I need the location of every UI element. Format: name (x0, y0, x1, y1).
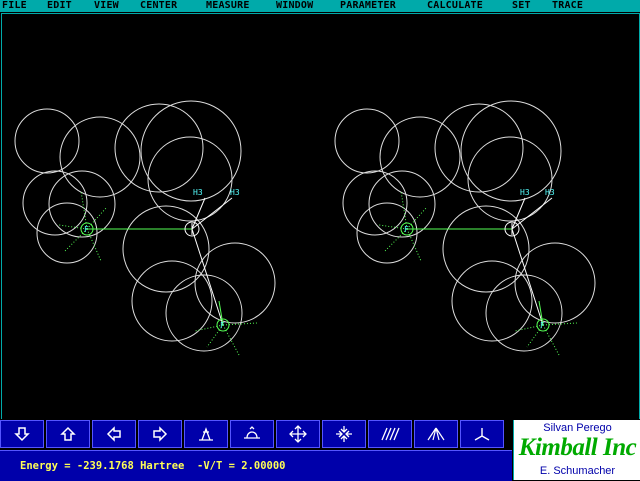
move-right-button[interactable] (138, 420, 182, 448)
h-label-right-2: H3 (545, 188, 555, 197)
expand-arrows-icon (289, 425, 307, 443)
molecule-viewport[interactable]: H3 H3 F F H3 H3 F F (1, 13, 640, 420)
h-label-left-2: H3 (230, 188, 240, 197)
f-label-left-2: F (220, 321, 225, 330)
move-down-button[interactable] (0, 420, 44, 448)
f-label-right-2: F (540, 321, 545, 330)
stereo-molecule-canvas: H3 H3 F F H3 H3 F F (14, 100, 596, 356)
menu-edit[interactable]: EDIT (47, 0, 72, 12)
f-label-left-1: F (84, 225, 89, 234)
menu-window[interactable]: WINDOW (276, 0, 313, 12)
bottom-panel: Energy = -239.1768 Hartree -V/T = 2.0000… (0, 419, 640, 481)
axes-icon (474, 428, 490, 441)
rotate-up-icon (199, 427, 213, 441)
perspective-button[interactable] (414, 420, 458, 448)
perspective-icon (427, 427, 445, 441)
logo-author-bottom: E. Schumacher (539, 465, 616, 477)
move-up-button[interactable] (46, 420, 90, 448)
logo-author-top: Silvan Perego (543, 422, 612, 434)
navigation-toolbar (0, 420, 512, 450)
rotate-up-button[interactable] (184, 420, 228, 448)
menu-set[interactable]: SET (512, 0, 531, 12)
menu-calculate[interactable]: CALCULATE (427, 0, 483, 12)
menu-center[interactable]: CENTER (140, 0, 177, 12)
f-label-right-1: F (404, 225, 409, 234)
logo-brand: Kimball Inc (518, 434, 637, 461)
h-label-right-1: H3 (520, 188, 530, 197)
status-bar: Energy = -239.1768 Hartree -V/T = 2.0000… (0, 450, 512, 481)
menu-file[interactable]: FILE (2, 0, 27, 12)
energy-readout: Energy = -239.1768 Hartree -V/T = 2.0000… (20, 460, 286, 472)
arrow-up-icon (60, 426, 76, 441)
rotate-down-icon (244, 426, 260, 439)
kimball-logo: Silvan Perego Kimball Inc E. Schumacher (513, 420, 640, 480)
hatch-lines-icon (381, 427, 400, 441)
axes-button[interactable] (460, 420, 504, 448)
move-left-button[interactable] (92, 420, 136, 448)
rotate-down-button[interactable] (230, 420, 274, 448)
molecule-left-view: H3 H3 F F (14, 100, 276, 356)
arrow-down-icon (14, 427, 30, 442)
contract-button[interactable] (322, 420, 366, 448)
arrow-left-icon (106, 426, 121, 442)
hatch-button[interactable] (368, 420, 412, 448)
menu-parameter[interactable]: PARAMETER (340, 0, 396, 12)
menu-bar: FILE EDIT VIEW CENTER MEASURE WINDOW PAR… (0, 0, 640, 12)
h-label-left-1: H3 (193, 188, 203, 197)
arrow-right-icon (153, 426, 168, 442)
menu-view[interactable]: VIEW (94, 0, 119, 12)
molecule-right-view: H3 H3 F F (334, 100, 596, 356)
expand-button[interactable] (276, 420, 320, 448)
contract-arrows-icon (336, 426, 352, 442)
menu-measure[interactable]: MEASURE (206, 0, 250, 12)
menu-trace[interactable]: TRACE (552, 0, 583, 12)
